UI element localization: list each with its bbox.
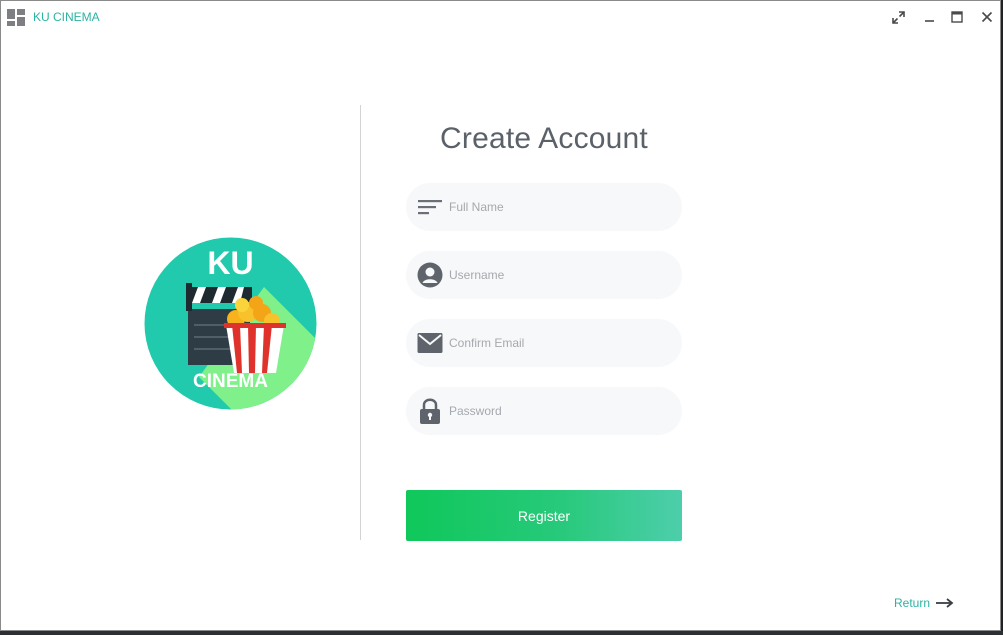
full-name-placeholder: Full Name — [449, 200, 504, 214]
ku-cinema-logo: KU CINEMA — [144, 237, 317, 410]
logo-cinema-text: CINEMA — [193, 371, 268, 392]
page-title: Create Account — [440, 122, 648, 155]
password-placeholder: Password — [449, 404, 502, 418]
user-icon — [417, 262, 443, 288]
expand-icon[interactable] — [888, 7, 908, 27]
return-link[interactable]: Return — [894, 595, 954, 611]
return-label: Return — [894, 596, 931, 610]
desktop-strip — [0, 631, 1003, 635]
lines-icon — [417, 194, 443, 220]
full-name-field[interactable]: Full Name — [406, 183, 682, 231]
password-field[interactable]: Password — [406, 387, 682, 435]
confirm-email-placeholder: Confirm Email — [449, 336, 525, 350]
close-icon[interactable] — [977, 7, 997, 27]
app-grid-icon — [7, 9, 25, 26]
username-field[interactable]: Username — [406, 251, 682, 299]
maximize-icon[interactable] — [947, 7, 967, 27]
window-title: KU CINEMA — [33, 10, 100, 24]
logo-ku-text: KU — [207, 245, 253, 281]
title-bar[interactable]: KU CINEMA — [1, 1, 1000, 33]
register-button[interactable]: Register — [406, 490, 682, 541]
minimize-icon[interactable] — [919, 7, 939, 27]
username-placeholder: Username — [449, 268, 505, 282]
vertical-divider — [360, 105, 361, 540]
mail-icon — [417, 330, 443, 356]
confirm-email-field[interactable]: Confirm Email — [406, 319, 682, 367]
arrow-right-icon — [936, 598, 954, 608]
app-window: KU CINEMA KU CINEMA Create Account Full … — [0, 0, 1001, 631]
lock-icon — [417, 398, 443, 424]
